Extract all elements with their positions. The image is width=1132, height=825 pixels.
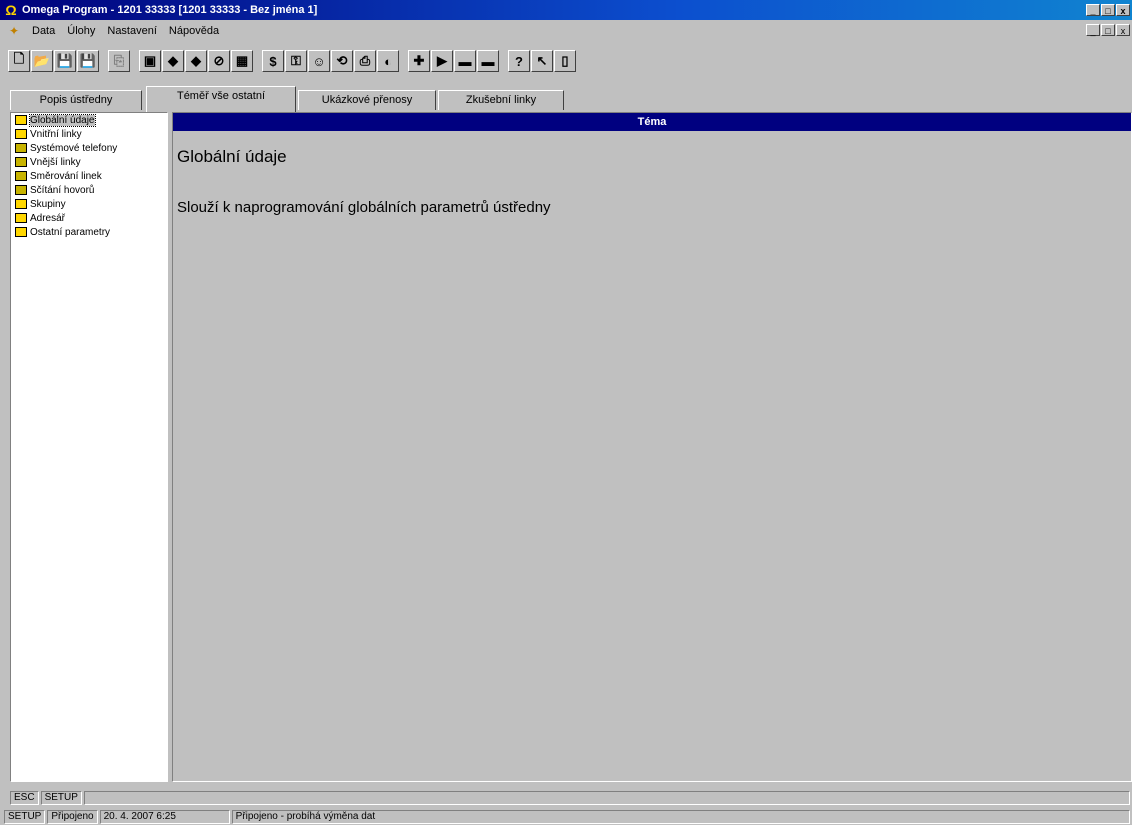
download-icon[interactable]: ◆: [162, 50, 184, 72]
tree-item[interactable]: Směrování linek: [11, 169, 167, 183]
toolbar: 🗋 📂 💾 💾 ⎘ ▣ ◆ ◆ ⊘ ▦ $ ⚿ ☺ ⟲ ⎙ ◐ ✚ ▶ ▬ ▬? ↖ ▯: [0, 42, 1132, 86]
tree-item-label: Globální údaje: [29, 113, 96, 127]
tree-item-label: Adresář: [30, 212, 66, 224]
folder-icon: [15, 213, 27, 223]
status-bar-bottom: SETUP Připojeno 20. 4. 2007 6:25 Připoje…: [0, 808, 1132, 825]
key-icon[interactable]: ⚿: [285, 50, 307, 72]
tree-item-label: Vnější linky: [30, 156, 81, 168]
menu-bar: ✦ Data Úlohy Nastavení Nápověda _ □ x: [0, 20, 1132, 42]
menu-data[interactable]: Data: [26, 25, 61, 37]
status-esc: ESC: [10, 791, 39, 805]
tree-item-label: Sčítání hovorů: [30, 184, 95, 196]
menu-ulohy[interactable]: Úlohy: [61, 25, 101, 37]
tree-item[interactable]: Globální údaje: [11, 113, 167, 127]
refresh-icon[interactable]: ⟲: [331, 50, 353, 72]
tree-item-label: Směrování linek: [30, 170, 102, 182]
money-icon[interactable]: $: [262, 50, 284, 72]
folder-icon: [15, 199, 27, 209]
tree-item-label: Skupiny: [30, 198, 66, 210]
tree-item[interactable]: Systémové telefony: [11, 141, 167, 155]
tree-item[interactable]: Sčítání hovorů: [11, 183, 167, 197]
tree-item-label: Vnitřní linky: [30, 128, 82, 140]
menu-napoveda[interactable]: Nápověda: [163, 25, 225, 37]
help-icon[interactable]: ?: [508, 50, 530, 72]
tree-item[interactable]: Skupiny: [11, 197, 167, 211]
tab-ukazkove-prenosy[interactable]: Ukázkové přenosy: [298, 90, 436, 110]
minimize-button[interactable]: _: [1086, 4, 1100, 16]
folder-icon: [15, 171, 27, 181]
save-icon[interactable]: 💾: [54, 50, 76, 72]
content-title: Globální údaje: [177, 147, 287, 166]
tree-item-label: Ostatní parametry: [30, 226, 111, 238]
menu-app-icon[interactable]: ✦: [6, 24, 22, 38]
mdi-minimize-button[interactable]: _: [1086, 24, 1100, 36]
mdi-close-button[interactable]: x: [1116, 24, 1130, 36]
content-panel: Téma Globální údaje Slouží k naprogramov…: [172, 112, 1132, 782]
title-bar[interactable]: Ω Omega Program - 1201 33333 [1201 33333…: [0, 0, 1132, 20]
status-empty: [83, 791, 1130, 805]
status-message: Připojeno - probíhá výměna dat: [231, 809, 1130, 824]
folder-icon: [15, 157, 27, 167]
folder-icon: [15, 185, 27, 195]
tree-item[interactable]: Ostatní parametry: [11, 225, 167, 239]
status-connection: Připojeno: [47, 809, 98, 824]
status-mode: SETUP: [4, 809, 46, 824]
new-icon[interactable]: 🗋: [8, 50, 30, 72]
content-description: Slouží k naprogramování globálních param…: [177, 199, 551, 216]
folder-icon: [15, 143, 27, 153]
flag-uk-icon[interactable]: ✚: [408, 50, 430, 72]
grid-icon[interactable]: ▦: [231, 50, 253, 72]
context-help-icon[interactable]: ↖: [531, 50, 553, 72]
status-bar-top: ESC SETUP: [0, 790, 1132, 806]
tree-item[interactable]: Vnitřní linky: [11, 127, 167, 141]
menu-nastaveni[interactable]: Nastavení: [101, 25, 163, 37]
maximize-button[interactable]: □: [1101, 4, 1115, 16]
folder-icon: [15, 227, 27, 237]
tab-strip: Popis ústředny Téměř vše ostatní Ukázkov…: [0, 86, 1132, 112]
content-header: Téma: [173, 113, 1131, 131]
status-datetime: 20. 4. 2007 6:25: [99, 809, 230, 824]
module-icon[interactable]: ▣: [139, 50, 161, 72]
tab-zkusebni-linky[interactable]: Zkušební linky: [438, 90, 564, 110]
tree-item[interactable]: Adresář: [11, 211, 167, 225]
folder-icon: [15, 129, 27, 139]
folder-icon: [15, 115, 27, 125]
status-setup: SETUP: [40, 791, 82, 805]
disabled-icon[interactable]: ⎘: [108, 50, 130, 72]
save-as-icon[interactable]: 💾: [77, 50, 99, 72]
tree-item[interactable]: Vnější linky: [11, 155, 167, 169]
tab-teme-vse-ostatni[interactable]: Téměř vše ostatní: [146, 86, 296, 112]
stop-icon[interactable]: ⊘: [208, 50, 230, 72]
tab-popis-ustredny[interactable]: Popis ústředny: [10, 90, 142, 110]
open-icon[interactable]: 📂: [31, 50, 53, 72]
exit-icon[interactable]: ▯: [554, 50, 576, 72]
user-icon[interactable]: ☺: [308, 50, 330, 72]
upload-icon[interactable]: ◆: [185, 50, 207, 72]
flag-es-icon[interactable]: ▬: [477, 50, 499, 72]
print-icon[interactable]: ⎙: [354, 50, 376, 72]
flag-de-icon[interactable]: ▬: [454, 50, 476, 72]
close-button[interactable]: x: [1116, 4, 1130, 16]
flag-cz-icon[interactable]: ▶: [431, 50, 453, 72]
omega-app-icon[interactable]: Ω: [4, 2, 18, 18]
mdi-restore-button[interactable]: □: [1101, 24, 1115, 36]
window-title: Omega Program - 1201 33333 [1201 33333 -…: [22, 4, 318, 16]
navigation-tree[interactable]: Globální údaje Vnitřní linky Systémové tel…: [10, 112, 168, 782]
tree-item-label: Systémové telefony: [30, 142, 118, 154]
preview-icon[interactable]: ◐: [377, 50, 399, 72]
